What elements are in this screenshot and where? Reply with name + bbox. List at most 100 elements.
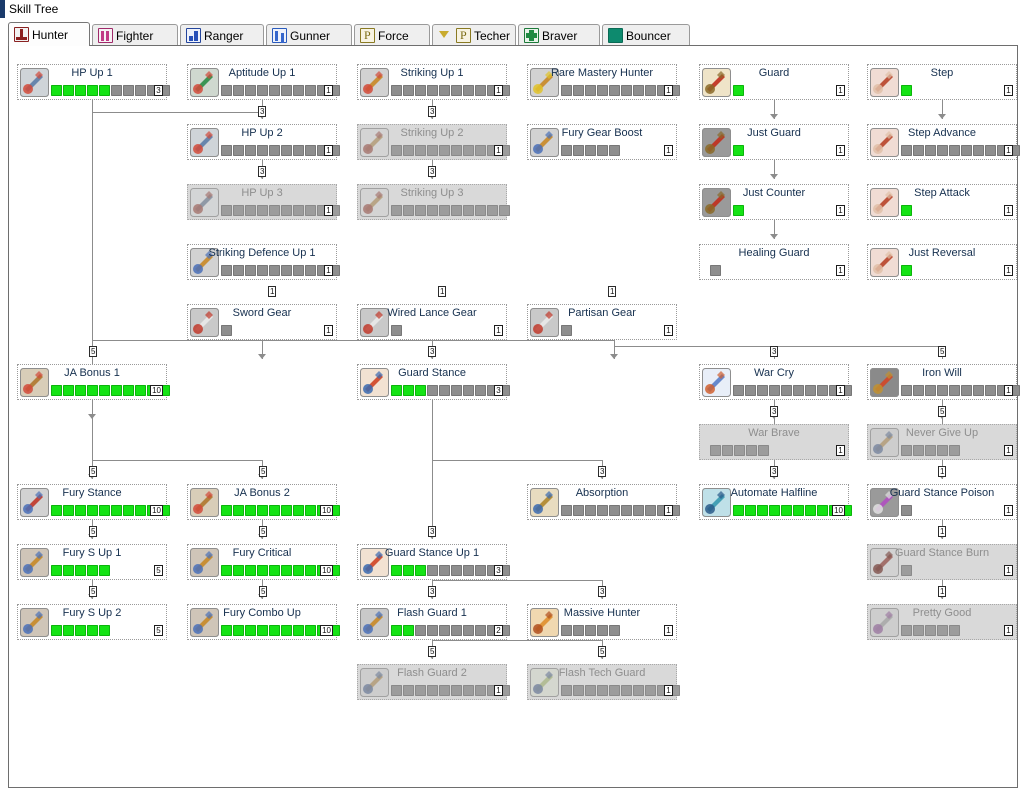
level-segment[interactable] xyxy=(293,205,304,216)
level-segment[interactable] xyxy=(63,625,74,636)
level-segment[interactable] xyxy=(281,85,292,96)
skill-level-bar[interactable] xyxy=(733,85,744,96)
skill-node-striking-up-2[interactable]: Striking Up 2 1 xyxy=(357,124,510,160)
level-segment[interactable] xyxy=(75,85,86,96)
level-segment[interactable] xyxy=(221,205,232,216)
skill-level-bar[interactable] xyxy=(901,385,1020,396)
level-segment[interactable] xyxy=(99,85,110,96)
level-segment[interactable] xyxy=(949,445,960,456)
level-segment[interactable] xyxy=(961,145,972,156)
level-segment[interactable] xyxy=(403,145,414,156)
skill-level-bar[interactable] xyxy=(391,385,510,396)
level-segment[interactable] xyxy=(111,385,122,396)
level-segment[interactable] xyxy=(305,145,316,156)
skill-node-guard-stance-burn[interactable]: Guard Stance Burn 1 xyxy=(867,544,1017,580)
level-segment[interactable] xyxy=(573,145,584,156)
skill-node-automate-halfline[interactable]: Automate Halfline 10 xyxy=(699,484,852,520)
skill-node-just-reversal[interactable]: Just Reversal 1 xyxy=(867,244,1017,280)
skill-level-bar[interactable] xyxy=(221,85,340,96)
level-segment[interactable] xyxy=(475,685,486,696)
level-segment[interactable] xyxy=(758,445,769,456)
level-segment[interactable] xyxy=(609,685,620,696)
level-segment[interactable] xyxy=(439,685,450,696)
level-segment[interactable] xyxy=(257,85,268,96)
level-segment[interactable] xyxy=(781,505,792,516)
level-segment[interactable] xyxy=(63,505,74,516)
level-segment[interactable] xyxy=(585,145,596,156)
skill-node-fury-combo-up[interactable]: Fury Combo Up 10 xyxy=(187,604,340,640)
level-segment[interactable] xyxy=(427,685,438,696)
level-segment[interactable] xyxy=(427,565,438,576)
level-segment[interactable] xyxy=(805,385,816,396)
level-segment[interactable] xyxy=(949,145,960,156)
level-segment[interactable] xyxy=(451,205,462,216)
skill-node-just-guard[interactable]: Just Guard 1 xyxy=(699,124,849,160)
level-segment[interactable] xyxy=(561,145,572,156)
level-segment[interactable] xyxy=(985,145,996,156)
level-segment[interactable] xyxy=(633,85,644,96)
level-segment[interactable] xyxy=(645,505,656,516)
skill-level-bar[interactable] xyxy=(901,625,960,636)
level-segment[interactable] xyxy=(305,85,316,96)
tab-fighter[interactable]: Fighter xyxy=(92,24,178,46)
level-segment[interactable] xyxy=(427,145,438,156)
tab-ranger[interactable]: Ranger xyxy=(180,24,264,46)
level-segment[interactable] xyxy=(901,385,912,396)
level-segment[interactable] xyxy=(391,565,402,576)
skill-level-bar[interactable] xyxy=(710,445,769,456)
skill-level-bar[interactable] xyxy=(391,625,510,636)
level-segment[interactable] xyxy=(475,205,486,216)
level-segment[interactable] xyxy=(87,505,98,516)
level-segment[interactable] xyxy=(111,85,122,96)
level-segment[interactable] xyxy=(305,505,316,516)
level-segment[interactable] xyxy=(439,565,450,576)
skill-node-massive-hunter[interactable]: Massive Hunter 1 xyxy=(527,604,677,640)
level-segment[interactable] xyxy=(427,385,438,396)
level-segment[interactable] xyxy=(123,505,134,516)
level-segment[interactable] xyxy=(293,145,304,156)
skill-node-flash-guard-2[interactable]: Flash Guard 2 1 xyxy=(357,664,510,700)
level-segment[interactable] xyxy=(87,565,98,576)
skill-node-guard[interactable]: Guard 1 xyxy=(699,64,849,100)
level-segment[interactable] xyxy=(633,685,644,696)
skill-level-bar[interactable] xyxy=(901,85,912,96)
level-segment[interactable] xyxy=(901,505,912,516)
skill-level-bar[interactable] xyxy=(901,505,912,516)
skill-node-pretty-good[interactable]: Pretty Good 1 xyxy=(867,604,1017,640)
level-segment[interactable] xyxy=(487,205,498,216)
skill-node-iron-will[interactable]: Iron Will 1 xyxy=(867,364,1020,400)
skill-level-bar[interactable] xyxy=(733,205,744,216)
level-segment[interactable] xyxy=(451,85,462,96)
level-segment[interactable] xyxy=(221,145,232,156)
level-segment[interactable] xyxy=(463,85,474,96)
level-segment[interactable] xyxy=(427,85,438,96)
level-segment[interactable] xyxy=(233,505,244,516)
skill-node-war-cry[interactable]: War Cry 1 xyxy=(699,364,852,400)
level-segment[interactable] xyxy=(233,565,244,576)
level-segment[interactable] xyxy=(269,205,280,216)
level-segment[interactable] xyxy=(793,505,804,516)
level-segment[interactable] xyxy=(710,445,721,456)
tab-gunner[interactable]: Gunner xyxy=(266,24,352,46)
level-segment[interactable] xyxy=(746,445,757,456)
skill-node-hp-up-3[interactable]: HP Up 3 1 xyxy=(187,184,340,220)
skill-level-bar[interactable] xyxy=(391,685,510,696)
skill-node-wired-lance-gear[interactable]: Wired Lance Gear 1 xyxy=(357,304,507,340)
level-segment[interactable] xyxy=(733,145,744,156)
level-segment[interactable] xyxy=(415,685,426,696)
level-segment[interactable] xyxy=(99,565,110,576)
level-segment[interactable] xyxy=(451,625,462,636)
level-segment[interactable] xyxy=(403,385,414,396)
level-segment[interactable] xyxy=(403,85,414,96)
level-segment[interactable] xyxy=(949,385,960,396)
skill-level-bar[interactable] xyxy=(391,85,510,96)
level-segment[interactable] xyxy=(221,625,232,636)
level-segment[interactable] xyxy=(733,85,744,96)
level-segment[interactable] xyxy=(281,565,292,576)
level-segment[interactable] xyxy=(257,625,268,636)
level-segment[interactable] xyxy=(269,505,280,516)
level-segment[interactable] xyxy=(391,85,402,96)
level-segment[interactable] xyxy=(75,505,86,516)
tab-force[interactable]: Force xyxy=(354,24,430,46)
skill-level-bar[interactable] xyxy=(561,85,680,96)
